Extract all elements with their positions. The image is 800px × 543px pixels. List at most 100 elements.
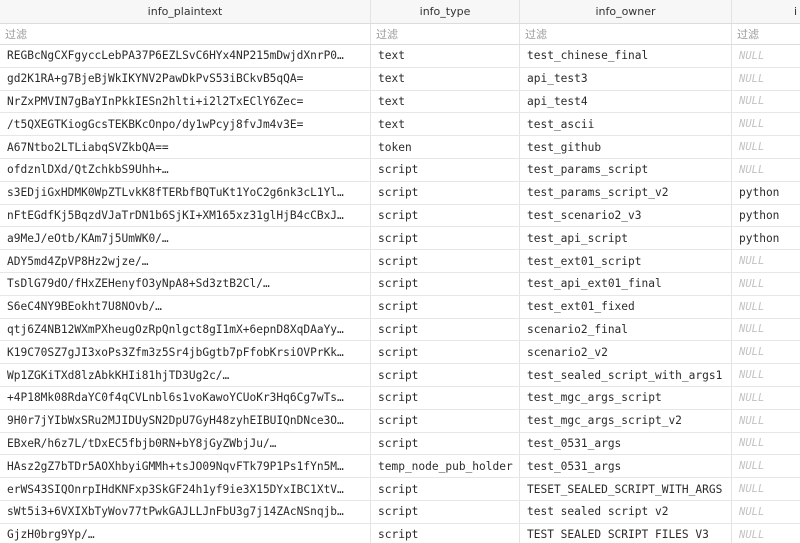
cell-info-type[interactable]: script: [371, 204, 520, 227]
cell-info-owner[interactable]: TEST SEALED SCRIPT FILES V3: [520, 523, 732, 543]
cell-info-owner[interactable]: api_test3: [520, 67, 732, 90]
cell-info-owner[interactable]: test_params_script_v2: [520, 181, 732, 204]
table-row[interactable]: REGBcNgCXFgyccLebPA37P6EZLSvC6HYx4NP215m…: [0, 45, 800, 68]
cell-partial[interactable]: NULL: [732, 455, 800, 477]
cell-partial[interactable]: NULL: [732, 410, 800, 432]
cell-info-plaintext[interactable]: Wp1ZGKiTXd8lzAbkKHIi81hjTD3Ug2c/…: [0, 364, 371, 386]
cell-partial[interactable]: NULL: [732, 250, 800, 272]
cell-info-type[interactable]: script: [371, 523, 520, 543]
cell-info-plaintext[interactable]: ofdznlDXd/QtZchkbS9Uhh+…: [0, 158, 371, 181]
cell-info-owner[interactable]: test_api_ext01_final: [520, 272, 732, 295]
table-row[interactable]: ofdznlDXd/QtZchkbS9Uhh+… script test_param…: [0, 158, 800, 182]
cell-partial[interactable]: python: [732, 182, 800, 204]
cell-partial[interactable]: python: [732, 227, 800, 249]
cell-info-type[interactable]: script: [371, 181, 520, 204]
cell-info-owner[interactable]: test_ext01_script: [520, 250, 732, 272]
cell-partial[interactable]: NULL: [732, 319, 800, 341]
cell-info-type[interactable]: text: [371, 45, 520, 67]
table-row[interactable]: GjzH0brg9Yp/… script TEST SEALED SCRIPT FI…: [0, 523, 800, 543]
cell-info-plaintext[interactable]: EBxeR/h6z7L/tDxEC5fbjb0RN+bY8jGyZWbjJu/…: [0, 432, 371, 455]
cell-info-plaintext[interactable]: +4P18Mk08RdaYC0f4qCVLnbl6s1voKawoYCUoKr3…: [0, 386, 371, 409]
cell-info-plaintext[interactable]: qtj6Z4NB12WXmPXheugOzRpQnlgct8gI1mX+6epn…: [0, 318, 371, 341]
cell-info-owner[interactable]: test_sealed_script_with_args1: [520, 364, 732, 386]
cell-info-plaintext[interactable]: A67Ntbo2LTLiabqSVZkbQA==: [0, 136, 371, 158]
table-row[interactable]: gd2K1RA+g7BjeBjWkIKYNV2PawDkPvS53iBCkvB5…: [0, 67, 800, 91]
cell-info-type[interactable]: script: [371, 500, 520, 523]
cell-info-owner[interactable]: test_mgc_args_script: [520, 386, 732, 409]
cell-partial[interactable]: NULL: [732, 501, 800, 523]
table-row[interactable]: A67Ntbo2LTLiabqSVZkbQA== token test_github…: [0, 136, 800, 159]
cell-info-type[interactable]: script: [371, 158, 520, 181]
cell-info-owner[interactable]: scenario2_v2: [520, 341, 732, 364]
cell-info-owner[interactable]: test sealed script v2: [520, 500, 732, 523]
cell-info-owner[interactable]: test_scenario2_v3: [520, 204, 732, 227]
filter-input-info-plaintext[interactable]: 过滤: [0, 24, 371, 44]
filter-input-info-owner[interactable]: 过滤: [520, 24, 732, 44]
cell-info-plaintext[interactable]: 9H0r7jYIbWxSRu2MJIDUySN2DpU7GyH48zyhEIBU…: [0, 409, 371, 432]
table-row[interactable]: erWS43SIQOnrpIHdKNFxp3SkGF24h1yf9ie3X15D…: [0, 478, 800, 501]
table-row[interactable]: S6eC4NY9BEokht7U8NOvb/… script test_ext01_…: [0, 295, 800, 319]
table-row[interactable]: ADY5md4ZpVP8Hz2wjze/… script test_ext01_sc…: [0, 250, 800, 273]
cell-info-plaintext[interactable]: REGBcNgCXFgyccLebPA37P6EZLSvC6HYx4NP215m…: [0, 45, 371, 67]
table-row[interactable]: 9H0r7jYIbWxSRu2MJIDUySN2DpU7GyH48zyhEIBU…: [0, 409, 800, 433]
cell-info-owner[interactable]: test_0531_args: [520, 432, 732, 455]
cell-info-type[interactable]: script: [371, 318, 520, 341]
table-row[interactable]: NrZxPMVIN7gBaYInPkkIESn2hlti+i2l2TxEClY6…: [0, 90, 800, 114]
cell-partial[interactable]: NULL: [732, 478, 800, 500]
table-row[interactable]: K19C70SZ7gJI3xoPs3Zfm3z5Sr4jbGgtb7pFfobK…: [0, 341, 800, 365]
cell-info-type[interactable]: text: [371, 90, 520, 113]
cell-info-type[interactable]: script: [371, 295, 520, 318]
column-header-info-plaintext[interactable]: info_plaintext: [0, 0, 371, 23]
table-row[interactable]: s3EDjiGxHDMK0WpZTLvkK8fTERbfBQTuKt1YoC2g…: [0, 181, 800, 205]
cell-info-plaintext[interactable]: s3EDjiGxHDMK0WpZTLvkK8fTERbfBQTuKt1YoC2g…: [0, 181, 371, 204]
cell-info-type[interactable]: script: [371, 478, 520, 500]
cell-info-type[interactable]: script: [371, 250, 520, 272]
filter-input-partial[interactable]: 过滤: [732, 24, 800, 44]
cell-partial[interactable]: NULL: [732, 136, 800, 158]
cell-partial[interactable]: NULL: [732, 341, 800, 363]
cell-partial[interactable]: NULL: [732, 433, 800, 455]
cell-info-type[interactable]: script: [371, 272, 520, 295]
cell-info-owner[interactable]: test_ascii: [520, 113, 732, 136]
cell-info-plaintext[interactable]: GjzH0brg9Yp/…: [0, 523, 371, 543]
cell-info-plaintext[interactable]: K19C70SZ7gJI3xoPs3Zfm3z5Sr4jbGgtb7pFfobK…: [0, 341, 371, 364]
cell-partial[interactable]: NULL: [732, 364, 800, 386]
cell-info-plaintext[interactable]: a9MeJ/eOtb/KAm7j5UmWK0/…: [0, 227, 371, 250]
table-row[interactable]: HAsz2gZ7bTDr5AOXhbyiGMMh+tsJO09NqvFTk79P…: [0, 455, 800, 479]
cell-info-type[interactable]: script: [371, 386, 520, 409]
cell-info-plaintext[interactable]: nFtEGdfKj5BqzdVJaTrDN1b6SjKI+XM165xz31gl…: [0, 204, 371, 227]
cell-partial[interactable]: NULL: [732, 524, 800, 543]
cell-partial[interactable]: NULL: [732, 91, 800, 113]
cell-partial[interactable]: NULL: [732, 68, 800, 90]
cell-partial[interactable]: NULL: [732, 113, 800, 135]
table-row[interactable]: qtj6Z4NB12WXmPXheugOzRpQnlgct8gI1mX+6epn…: [0, 318, 800, 342]
column-header-info-type[interactable]: info_type: [371, 0, 520, 23]
column-header-info-owner[interactable]: info_owner: [520, 0, 732, 23]
cell-info-owner[interactable]: TESET_SEALED_SCRIPT_WITH_ARGS: [520, 478, 732, 500]
cell-info-type[interactable]: script: [371, 432, 520, 455]
cell-info-type[interactable]: script: [371, 341, 520, 364]
cell-info-plaintext[interactable]: gd2K1RA+g7BjeBjWkIKYNV2PawDkPvS53iBCkvB5…: [0, 67, 371, 90]
cell-info-plaintext[interactable]: /t5QXEGTKiogGcsTEKBKcOnpo/dy1wPcyj8fvJm4…: [0, 113, 371, 136]
cell-info-plaintext[interactable]: erWS43SIQOnrpIHdKNFxp3SkGF24h1yf9ie3X15D…: [0, 478, 371, 500]
cell-partial[interactable]: NULL: [732, 159, 800, 181]
cell-partial[interactable]: python: [732, 205, 800, 227]
table-row[interactable]: a9MeJ/eOtb/KAm7j5UmWK0/… script test_api_s…: [0, 227, 800, 251]
cell-info-plaintext[interactable]: TsDlG79dO/fHxZEHenyfO3yNpA8+Sd3ztB2Cl/…: [0, 272, 371, 295]
filter-input-info-type[interactable]: 过滤: [371, 24, 520, 44]
cell-info-type[interactable]: token: [371, 136, 520, 158]
cell-info-owner[interactable]: test_mgc_args_script_v2: [520, 409, 732, 432]
cell-partial[interactable]: NULL: [732, 45, 800, 67]
table-row[interactable]: +4P18Mk08RdaYC0f4qCVLnbl6s1voKawoYCUoKr3…: [0, 386, 800, 410]
table-row[interactable]: nFtEGdfKj5BqzdVJaTrDN1b6SjKI+XM165xz31gl…: [0, 204, 800, 228]
table-row[interactable]: TsDlG79dO/fHxZEHenyfO3yNpA8+Sd3ztB2Cl/… s…: [0, 272, 800, 296]
cell-partial[interactable]: NULL: [732, 387, 800, 409]
cell-info-type[interactable]: text: [371, 113, 520, 136]
table-row[interactable]: Wp1ZGKiTXd8lzAbkKHIi81hjTD3Ug2c/… script t…: [0, 364, 800, 387]
cell-info-type[interactable]: script: [371, 227, 520, 250]
cell-info-owner[interactable]: test_ext01_fixed: [520, 295, 732, 318]
table-row[interactable]: /t5QXEGTKiogGcsTEKBKcOnpo/dy1wPcyj8fvJm4…: [0, 113, 800, 137]
table-row[interactable]: EBxeR/h6z7L/tDxEC5fbjb0RN+bY8jGyZWbjJu/……: [0, 432, 800, 456]
cell-info-plaintext[interactable]: sWt5i3+6VXIXbTyWov77tPwkGAJLLJnFbU3g7j14…: [0, 500, 371, 523]
cell-info-plaintext[interactable]: S6eC4NY9BEokht7U8NOvb/…: [0, 295, 371, 318]
